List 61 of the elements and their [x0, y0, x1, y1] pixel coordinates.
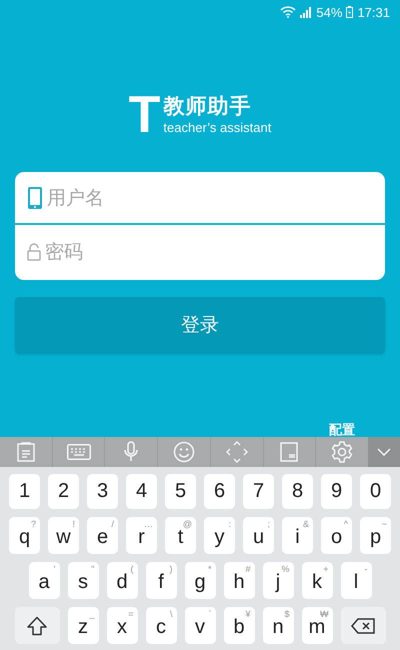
backspace-key[interactable] [340, 607, 386, 644]
keyboard-key[interactable]: 6 [204, 474, 235, 509]
move-arrows-icon[interactable] [226, 441, 248, 463]
keyboard-key[interactable]: n $ [262, 607, 294, 644]
settings-icon[interactable] [331, 441, 354, 463]
battery-charging-icon [346, 6, 354, 18]
logo-letter: T [128, 93, 160, 137]
keyboard-key[interactable]: o ^ [321, 517, 352, 554]
app-title: 教师助手 [163, 94, 252, 120]
keyboard-key[interactable]: p ~ [360, 517, 391, 554]
backspace-icon [351, 618, 375, 634]
keyboard-icon[interactable] [66, 444, 91, 460]
clock: 17:31 [357, 4, 390, 20]
app-subtitle: teacher’s assistant [163, 120, 272, 136]
clipboard-icon[interactable] [16, 442, 35, 462]
keyboard-key[interactable]: 5 [165, 474, 196, 509]
keyboard-key[interactable]: t @ [165, 517, 196, 554]
keyboard-key[interactable]: w ! [48, 517, 79, 554]
keyboard-key[interactable]: 7 [243, 474, 274, 509]
wifi-icon [280, 6, 296, 18]
placeholder: 密码 [45, 240, 83, 264]
keyboard-key[interactable]: l - [340, 562, 372, 599]
shift-arrow-icon [26, 616, 48, 636]
keyboard-key[interactable]: 0 [360, 474, 391, 509]
chevron-down-icon [377, 448, 392, 456]
keyboard-key[interactable]: d ( [106, 562, 138, 599]
keyboard-key[interactable]: q ? [9, 517, 40, 554]
keyboard-key[interactable]: m ₩ [302, 607, 332, 644]
keyboard-key[interactable]: 8 [282, 474, 313, 509]
keyboard-key[interactable]: h # [224, 562, 254, 599]
keyboard-key[interactable]: e / [87, 517, 118, 554]
keyboard-key[interactable]: g * [184, 562, 216, 599]
shift-key[interactable] [14, 607, 60, 644]
keyboard-key[interactable]: 9 [321, 474, 352, 509]
placeholder: 用户名 [47, 186, 104, 210]
collapse-button[interactable] [368, 437, 400, 467]
keyboard-key[interactable]: u ; [243, 517, 274, 554]
keyboard-key[interactable]: a ' [28, 562, 60, 599]
keyboard-key[interactable]: s " [68, 562, 98, 599]
lock-icon [27, 242, 41, 260]
microphone-icon[interactable] [123, 441, 140, 463]
keyboard-key[interactable]: f ) [146, 562, 176, 599]
phone-icon [27, 186, 43, 210]
keyboard-key[interactable]: i & [282, 517, 313, 554]
keyboard-key[interactable]: v ` [184, 607, 216, 644]
keyboard-key[interactable]: y : [204, 517, 235, 554]
keyboard-key[interactable]: c \ [146, 607, 176, 644]
keyboard-key[interactable]: z _ [68, 607, 98, 644]
battery-percent: 54% [316, 4, 342, 20]
keyboard-key[interactable]: b ¥ [224, 607, 254, 644]
keyboard-key[interactable]: 4 [126, 474, 157, 509]
tablet-icon[interactable] [280, 442, 298, 462]
keyboard-key[interactable]: r … [126, 517, 157, 554]
keyboard-key[interactable]: j % [262, 562, 294, 599]
keyboard-key[interactable]: 2 [48, 474, 79, 509]
keyboard-key[interactable]: 3 [87, 474, 118, 509]
keyboard-key[interactable]: k + [302, 562, 332, 599]
smiley-icon[interactable] [173, 441, 196, 463]
keyboard-key[interactable]: 1 [9, 474, 40, 509]
keyboard-key[interactable]: x = [106, 607, 138, 644]
signal-icon [300, 6, 312, 18]
